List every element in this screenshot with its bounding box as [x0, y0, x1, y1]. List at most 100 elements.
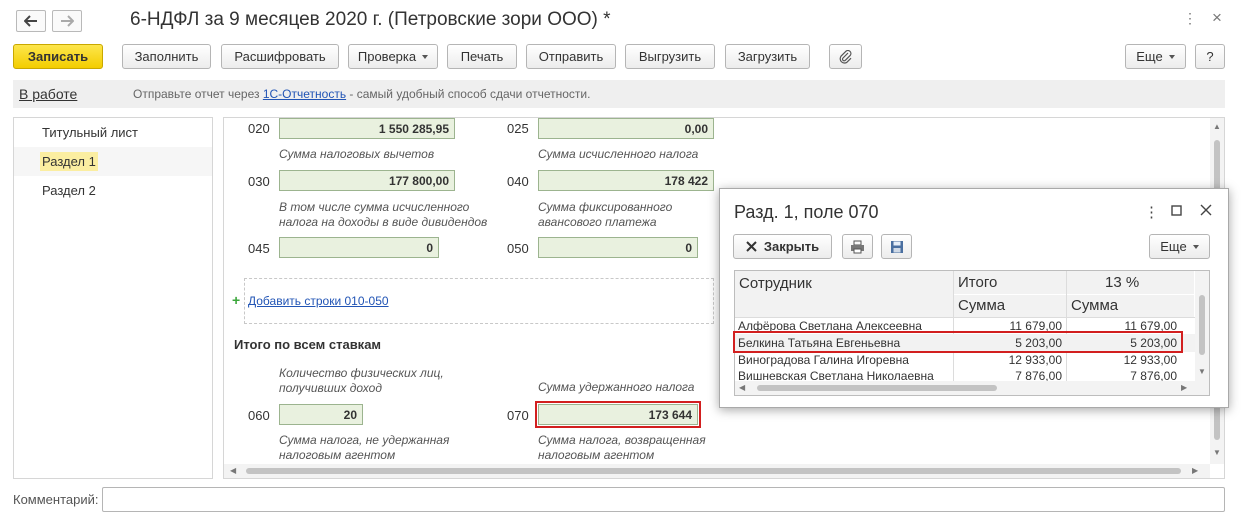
back-button[interactable] [16, 10, 46, 32]
horizontal-scroll-thumb[interactable] [246, 468, 1181, 474]
chevron-down-icon [1168, 54, 1175, 59]
status-link[interactable]: В работе [19, 86, 77, 102]
dialog-more-icon[interactable]: ⋮ [1144, 203, 1159, 221]
field-050[interactable]: 0 [538, 237, 698, 258]
horizontal-scrollbar[interactable]: ◀ ▶ [224, 464, 1210, 478]
forward-button[interactable] [52, 10, 82, 32]
rate-sum-header-label: Сумма [1071, 297, 1119, 314]
field-025[interactable]: 0,00 [538, 118, 714, 139]
print-button[interactable]: Печать [447, 44, 517, 69]
dialog-save-button[interactable] [881, 234, 912, 259]
import-button[interactable]: Загрузить [725, 44, 810, 69]
table-row-rate13[interactable]: 12 933,00 [1067, 353, 1177, 367]
code-060: 060 [248, 408, 270, 423]
attach-button[interactable] [829, 44, 862, 69]
fill-button[interactable]: Заполнить [122, 44, 211, 69]
table-horizontal-scroll-thumb[interactable] [757, 385, 997, 391]
scroll-left-icon[interactable]: ◀ [739, 383, 745, 392]
employee-header-label: Сотрудник [739, 275, 812, 292]
check-label: Проверка [357, 49, 417, 64]
code-025: 025 [507, 121, 529, 136]
hint-030: В том числе сумма исчисленного налога на … [279, 200, 487, 230]
help-button[interactable]: ? [1195, 44, 1225, 69]
column-header-employee[interactable]: Сотрудник [735, 271, 953, 317]
hint-060-line2: налоговым агентом [279, 448, 396, 462]
arrow-right-icon [61, 15, 74, 27]
total-sum-header-label: Сумма [958, 297, 1006, 314]
sidebar-item-label: Раздел 2 [42, 183, 96, 198]
table-vertical-scroll-thumb[interactable] [1199, 295, 1205, 355]
code-030: 030 [248, 174, 270, 189]
save-button[interactable]: Записать [13, 44, 103, 69]
table-vertical-scrollbar[interactable]: ▼ [1195, 271, 1209, 381]
info-bar: В работе Отправьте отчет через 1С-Отчетн… [13, 80, 1225, 108]
plus-icon: + [232, 292, 241, 308]
sidebar-item-label: Раздел 1 [40, 152, 98, 171]
hint-030-line2: налога на доходы в виде дивидендов [279, 215, 488, 229]
hint-070: Сумма налога, возвращенная налоговым аген… [538, 433, 706, 463]
window-more-icon[interactable]: ⋮ [1183, 10, 1197, 27]
hint-030-line1: В том числе сумма исчисленного [279, 200, 470, 214]
sidebar-item-label: Титульный лист [42, 125, 139, 140]
comment-label: Комментарий: [13, 492, 99, 507]
hint-060: Сумма налога, не удержанная налоговым аге… [279, 433, 449, 463]
hint-040: Сумма фиксированного авансового платежа [538, 200, 672, 230]
column-header-rate-sum[interactable]: Сумма [1067, 295, 1194, 317]
sidebar-item-section-1[interactable]: Раздел 1 [14, 147, 212, 176]
window-close-icon[interactable]: × [1212, 8, 1222, 28]
column-header-rate[interactable]: 13 % [1067, 271, 1194, 294]
info-text: Отправьте отчет через 1С-Отчетность - са… [133, 87, 590, 101]
rate-header-label: 13 % [1105, 274, 1140, 291]
chevron-down-icon [1192, 244, 1199, 249]
export-button[interactable]: Выгрузить [625, 44, 715, 69]
scroll-left-icon[interactable]: ◀ [230, 466, 236, 475]
scroll-right-icon[interactable]: ▶ [1192, 466, 1198, 475]
code-040: 040 [507, 174, 529, 189]
hint-060-line1: Сумма налога, не удержанная [279, 433, 450, 447]
field-060[interactable]: 20 [279, 404, 363, 425]
reporting-link[interactable]: 1С-Отчетность [263, 87, 346, 101]
hint-060-top: Количество физических лиц, получивших дох… [279, 366, 444, 396]
field-020[interactable]: 1 550 285,95 [279, 118, 455, 139]
comment-input[interactable] [102, 487, 1225, 512]
sidebar-item-title-page[interactable]: Титульный лист [14, 118, 212, 147]
code-045: 045 [248, 241, 270, 256]
floppy-disk-icon [890, 240, 903, 253]
table-horizontal-scrollbar[interactable]: ◀ ▶ [735, 381, 1209, 395]
dialog-more-dropdown[interactable]: Еще [1149, 234, 1210, 259]
dialog-print-button[interactable] [842, 234, 873, 259]
hint-020: Сумма налоговых вычетов [279, 147, 435, 161]
field-030[interactable]: 177 800,00 [279, 170, 455, 191]
dialog-more-label: Еще [1160, 239, 1187, 254]
total-header-label: Итого [958, 274, 998, 291]
scroll-right-icon[interactable]: ▶ [1181, 383, 1187, 392]
close-button-label: Закрыть [763, 239, 820, 254]
selected-row-highlight [733, 331, 1183, 353]
field-040[interactable]: 178 422 [538, 170, 714, 191]
arrow-left-icon [24, 15, 37, 27]
dialog-maximize-icon[interactable] [1171, 203, 1182, 220]
table-row-total[interactable]: 12 933,00 [954, 353, 1062, 367]
add-rows-link[interactable]: Добавить строки 010-050 [248, 294, 389, 308]
info-text-after: - самый удобный способ сдачи отчетности. [346, 87, 591, 101]
field-045[interactable]: 0 [279, 237, 439, 258]
dialog-close-icon[interactable] [1200, 203, 1212, 220]
decode-button[interactable]: Расшифровать [221, 44, 339, 69]
send-button[interactable]: Отправить [526, 44, 616, 69]
scroll-up-icon[interactable]: ▲ [1213, 122, 1221, 131]
column-header-total-sum[interactable]: Сумма [954, 295, 1066, 317]
field-070-breakdown-dialog: Разд. 1, поле 070 ⋮ Закрыть Еще Сотрудни… [719, 188, 1229, 408]
scroll-down-icon[interactable]: ▼ [1213, 448, 1221, 457]
close-button[interactable]: Закрыть [733, 234, 832, 259]
scroll-down-icon[interactable]: ▼ [1198, 367, 1206, 376]
sections-sidebar: Титульный лист Раздел 1 Раздел 2 [13, 117, 213, 479]
check-dropdown-button[interactable]: Проверка [348, 44, 438, 69]
dialog-title: Разд. 1, поле 070 [734, 202, 879, 222]
paperclip-icon [839, 49, 851, 64]
more-dropdown-button[interactable]: Еще [1125, 44, 1186, 69]
header-divider [735, 317, 1195, 318]
sidebar-item-section-2[interactable]: Раздел 2 [14, 176, 212, 205]
hint-070-top: Сумма удержанного налога [538, 380, 695, 394]
table-row-name[interactable]: Виноградова Галина Игоревна [738, 353, 952, 367]
column-header-total[interactable]: Итого [954, 271, 1066, 294]
